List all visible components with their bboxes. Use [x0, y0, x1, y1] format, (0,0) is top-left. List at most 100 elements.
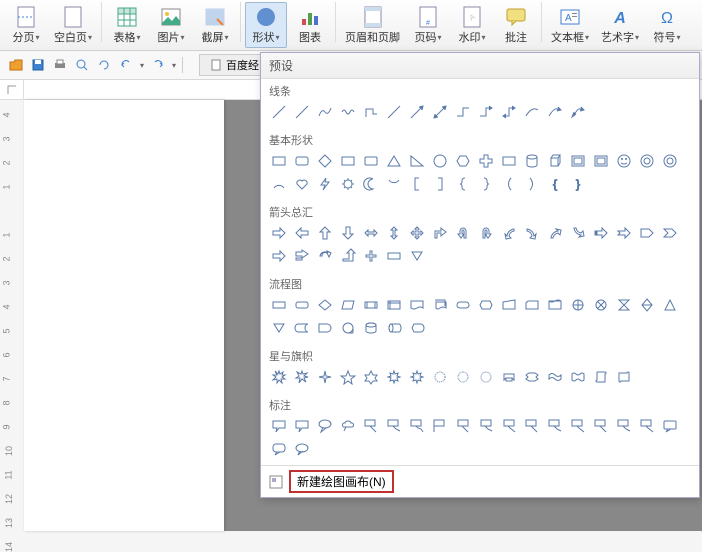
shape-line-callout4[interactable]	[430, 416, 450, 436]
shape-circle[interactable]	[430, 151, 450, 171]
shape-curve-double[interactable]	[568, 102, 588, 122]
shape-hexagon[interactable]	[453, 151, 473, 171]
shape-curved-l[interactable]	[499, 223, 519, 243]
shape-rect-callout[interactable]	[269, 416, 289, 436]
shape-curve[interactable]	[522, 102, 542, 122]
toolbar-table[interactable]: 表格▾	[106, 2, 148, 48]
toolbar-shape[interactable]: 形状▾	[245, 2, 287, 48]
shape-callout-r[interactable]	[292, 246, 312, 266]
shape-line-callout1[interactable]	[361, 416, 381, 436]
shape-decision[interactable]	[315, 295, 335, 315]
redo-dropdown[interactable]: ▾	[172, 61, 176, 70]
shape-accent2[interactable]	[476, 416, 496, 436]
shape-arc[interactable]	[269, 174, 289, 194]
shape-frame[interactable]	[591, 151, 611, 171]
shape-star24[interactable]	[453, 367, 473, 387]
shape-angle-line[interactable]	[384, 102, 404, 122]
shape-seq[interactable]	[338, 318, 358, 338]
shape-don[interactable]	[637, 151, 657, 171]
shape-document[interactable]	[407, 295, 427, 315]
shape-data[interactable]	[338, 295, 358, 315]
shape-double-arrow[interactable]	[430, 102, 450, 122]
shape-accent1[interactable]	[453, 416, 473, 436]
shape-internal[interactable]	[384, 295, 404, 315]
shape-accent-b1[interactable]	[591, 416, 611, 436]
shape-curved-r[interactable]	[522, 223, 542, 243]
shape-round-callout[interactable]	[292, 416, 312, 436]
shape-pentagon[interactable]	[637, 223, 657, 243]
shape-triangle[interactable]	[384, 151, 404, 171]
shape-magnetic[interactable]	[361, 318, 381, 338]
shape-or[interactable]	[568, 295, 588, 315]
shape-moon[interactable]	[361, 174, 381, 194]
shape-curve-arrow[interactable]	[545, 102, 565, 122]
shape-curved-d[interactable]	[568, 223, 588, 243]
toolbar-symbol[interactable]: Ω符号▾	[646, 2, 688, 48]
shape-manual[interactable]	[499, 295, 519, 315]
shape-cube[interactable]	[545, 151, 565, 171]
shape-cloud[interactable]	[338, 416, 358, 436]
shape-uturn-l[interactable]	[453, 223, 473, 243]
shape-striped[interactable]	[591, 223, 611, 243]
shape-elbow-arrow[interactable]	[476, 102, 496, 122]
toolbar-comment[interactable]: 批注	[495, 2, 537, 48]
shape-rbrace[interactable]	[476, 174, 496, 194]
shape-delay[interactable]	[315, 318, 335, 338]
shape-wavy[interactable]	[338, 102, 358, 122]
toolbar-wordart[interactable]: A艺术字▾	[596, 2, 644, 48]
shape-line[interactable]	[292, 102, 312, 122]
shape-direct[interactable]	[384, 318, 404, 338]
undo-dropdown[interactable]: ▾	[140, 61, 144, 70]
shape-cylinder[interactable]	[522, 151, 542, 171]
shape-star7[interactable]	[384, 367, 404, 387]
shape-rtriangle[interactable]	[407, 151, 427, 171]
shape-lbrace[interactable]	[453, 174, 473, 194]
shape-process[interactable]	[269, 295, 289, 315]
shape-up[interactable]	[315, 223, 335, 243]
shape-don[interactable]	[660, 151, 680, 171]
shape-arrow-line[interactable]	[407, 102, 427, 122]
panel-footer[interactable]: 新建绘图画布(N)	[261, 465, 699, 497]
shape-prep[interactable]	[476, 295, 496, 315]
shape-ribbon2[interactable]	[522, 367, 542, 387]
print-icon[interactable]	[52, 57, 68, 73]
shape-plus[interactable]	[476, 151, 496, 171]
shape-border2[interactable]	[545, 416, 565, 436]
shape-r1[interactable]	[660, 416, 680, 436]
shape-smiley[interactable]	[614, 151, 634, 171]
shape-round-rect[interactable]	[292, 151, 312, 171]
shape-alt[interactable]	[292, 295, 312, 315]
shape-arrow-r[interactable]	[269, 246, 289, 266]
shape-gear[interactable]	[338, 174, 358, 194]
shape-quad[interactable]	[407, 223, 427, 243]
toolbar-picture[interactable]: 图片▾	[150, 2, 192, 48]
shape-bent-up[interactable]	[338, 246, 358, 266]
shape-card[interactable]	[522, 295, 542, 315]
shape-r3[interactable]	[292, 439, 312, 459]
shape-bolt[interactable]	[315, 174, 335, 194]
shape-chevron[interactable]	[660, 223, 680, 243]
toolbar-page-break[interactable]: 分页▾	[5, 2, 47, 48]
shape-line[interactable]	[269, 102, 289, 122]
shape-rbracket[interactable]	[430, 174, 450, 194]
shape-hscroll[interactable]	[614, 367, 634, 387]
shape-explosion2[interactable]	[292, 367, 312, 387]
shape-merge[interactable]	[269, 318, 289, 338]
shape-star16[interactable]	[430, 367, 450, 387]
shape-rect4[interactable]	[499, 151, 519, 171]
shape-wave[interactable]	[545, 367, 565, 387]
shape-stored[interactable]	[292, 318, 312, 338]
shape-bent[interactable]	[430, 223, 450, 243]
shape-sort[interactable]	[637, 295, 657, 315]
shape-terminator[interactable]	[453, 295, 473, 315]
shape-merge[interactable]	[407, 246, 427, 266]
save-icon[interactable]	[30, 57, 46, 73]
toolbar-watermark[interactable]: A水印▾	[451, 2, 493, 48]
shape-rparen[interactable]	[522, 174, 542, 194]
shape-sum[interactable]	[591, 295, 611, 315]
shape-elbow[interactable]	[453, 102, 473, 122]
shape-lparen[interactable]	[499, 174, 519, 194]
shape-border1[interactable]	[522, 416, 542, 436]
shape-updown[interactable]	[384, 223, 404, 243]
shape-lcurly[interactable]: {	[545, 174, 565, 194]
